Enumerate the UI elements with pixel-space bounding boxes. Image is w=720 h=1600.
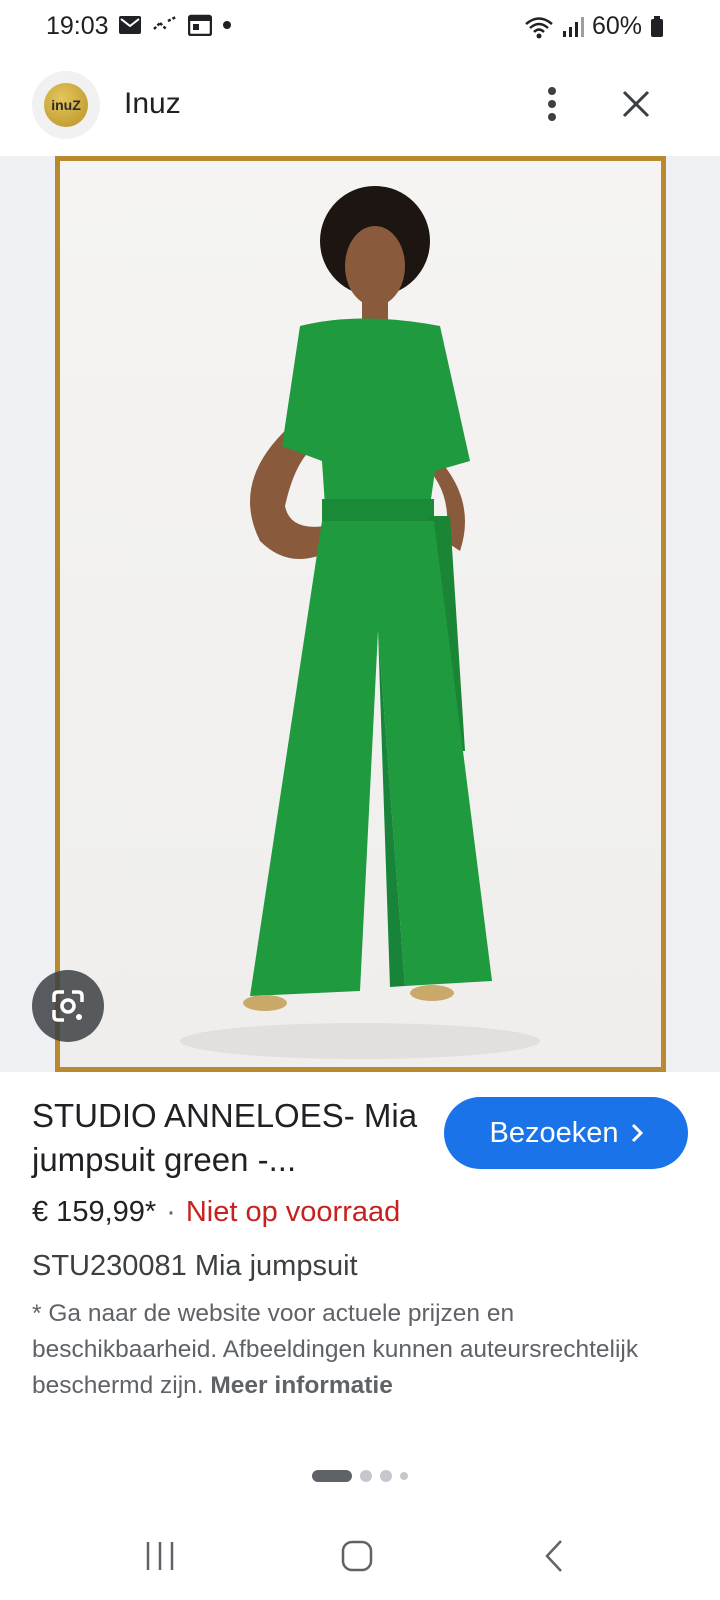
logo-text: inuZ [51,97,81,113]
wifi-icon [525,16,553,38]
battery-percent: 60% [591,12,642,40]
signal-icon [562,16,584,37]
mail-icon [119,16,141,34]
bottom-sheet-cover [0,1428,720,1508]
separator: · [166,1196,176,1228]
chevron-right-icon [631,1123,643,1143]
recent-apps-icon [146,1542,174,1570]
price-row: € 159,99* · Niet op voorraad [32,1196,400,1229]
image-viewer [0,156,720,1072]
product-title[interactable]: STUDIO ANNELOES- Mia jumpsuit green -... [32,1094,422,1182]
product-sku: STU230081 Mia jumpsuit [32,1250,358,1282]
system-icons: 60% [524,12,664,41]
more-vert-icon [548,87,556,121]
notification-icons [118,14,232,36]
price: € 159,99* [32,1196,157,1228]
visit-button[interactable]: Bezoeken [444,1097,688,1169]
image-pager [312,1470,408,1482]
recent-apps-button[interactable] [130,1528,190,1584]
logo-badge: inuZ [44,83,88,127]
system-nav-bar [0,1508,720,1600]
pager-dot-active [312,1470,352,1482]
status-time: 19:03 [46,12,109,40]
disclaimer: * Ga naar de website voor actuele prijze… [32,1296,702,1404]
pager-dot [400,1472,408,1480]
visit-label: Bezoeken [489,1116,619,1149]
more-info-link[interactable]: Meer informatie [210,1372,392,1399]
close-button[interactable] [612,80,660,128]
site-name: Inuz [124,87,181,120]
pager-dot [380,1470,392,1482]
google-lens-icon [52,990,84,1022]
home-icon [341,1540,373,1572]
product-image[interactable] [55,156,666,1072]
calendar-icon [188,14,212,36]
battery-icon [651,15,663,37]
missed-call-icon [153,15,177,30]
close-icon [622,90,650,118]
more-options-button[interactable] [528,80,576,128]
back-button[interactable] [524,1528,584,1584]
status-bar: 19:03 60% [0,0,720,54]
home-button[interactable] [327,1528,387,1584]
site-logo: inuZ [32,71,100,139]
lens-search-button[interactable] [32,970,104,1042]
stock-status: Niet op voorraad [185,1196,401,1228]
back-icon [545,1540,562,1572]
pager-dot [360,1470,372,1482]
jumpsuit-model-illustration [180,186,540,1059]
result-header: inuZ Inuz [0,60,720,156]
dot-icon [223,21,231,29]
